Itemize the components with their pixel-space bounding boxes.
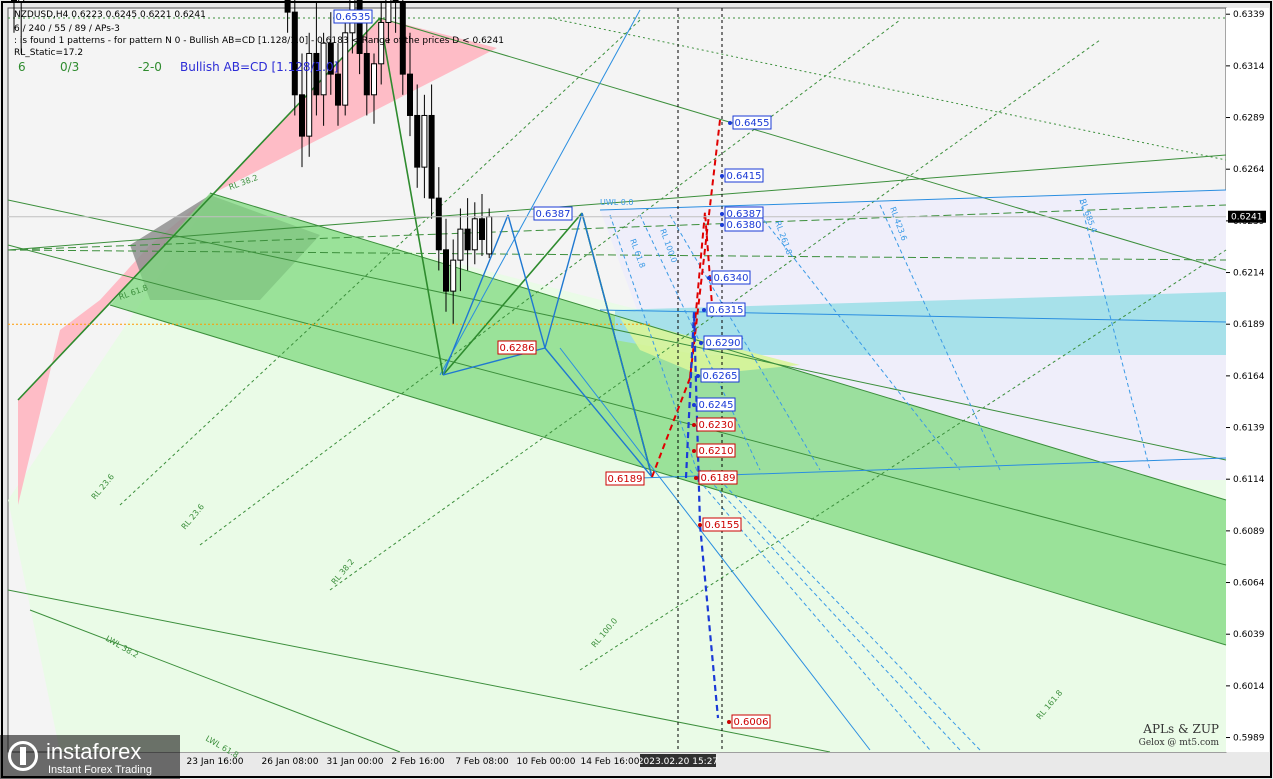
pattern-info: : is found 1 patterns - for pattern N 0 … [14,36,504,46]
symbol-info: NZDUSD,H4 0.6223 0.6245 0.6221 0.6241 [14,10,206,20]
target-price-label: 0.6006 [734,717,769,728]
candle-body [464,228,471,251]
target-price-label: 0.6380 [727,220,762,231]
x-tick-label: 7 Feb 08:00 [455,757,509,767]
target-price-label: 0.6340 [714,273,749,284]
target-price-label: 0.6315 [709,305,744,316]
counter-mid: 0/3 [60,60,80,74]
candle-body [421,114,428,168]
current-price-label: 0.6241 [1231,213,1263,223]
y-tick-label: 0.5989 [1233,734,1265,744]
target-marker [696,374,700,378]
y-tick-label: 0.6139 [1233,424,1265,434]
candle-body [363,52,370,96]
fib-level-label: UWL 0.0 [600,198,634,207]
target-price-label: 0.6230 [699,420,734,431]
y-tick-label: 0.6014 [1233,682,1265,692]
x-tick-label: 10 Feb 00:00 [516,757,575,767]
target-marker [707,276,711,280]
credits-line2: Gelox @ mt5.com [1138,738,1219,748]
logo-icon [8,741,38,771]
logo-subtitle: Instant Forex Trading [48,764,152,776]
target-marker [692,449,696,453]
indicator-settings: 6 / 240 / 55 / 89 / APs-3 [14,24,120,34]
target-marker [727,720,731,724]
candle-body [291,11,298,96]
target-price-label: 0.6265 [703,371,738,382]
x-tick-label: 2 Feb 16:00 [391,757,445,767]
pattern-price-label: 0.6286 [500,343,535,354]
target-marker [702,308,706,312]
y-tick-label: 0.6039 [1233,630,1265,640]
y-tick-label: 0.6064 [1233,579,1265,589]
candle-body [479,218,485,240]
target-marker [699,341,703,345]
pattern-price-label: 0.6189 [608,474,643,485]
target-marker [692,423,696,427]
candle-body [435,197,442,251]
y-tick-label: 0.6214 [1233,269,1265,279]
x-tick-label: 26 Jan 08:00 [262,757,319,767]
y-tick-label: 0.6264 [1233,165,1265,175]
target-marker [720,212,724,216]
y-tick-label: 0.6189 [1233,320,1265,330]
y-tick-label: 0.6114 [1233,475,1265,485]
target-price-label: 0.6210 [699,446,734,457]
target-marker [692,403,696,407]
target-price-label: 0.6455 [735,118,770,129]
target-price-label: 0.6290 [706,338,741,349]
logo-text: instaforex [46,739,142,764]
x-tick-label: 31 Jan 00:00 [327,757,384,767]
target-marker [720,223,724,227]
candle-body [450,259,457,292]
candle-body [443,249,449,292]
candle-body [385,0,392,23]
y-tick-label: 0.6164 [1233,372,1265,382]
candle-body [407,73,413,116]
target-marker [698,523,702,527]
target-price-label: 0.6415 [727,171,762,182]
candle-body [371,63,377,96]
target-price-label: 0.6245 [699,400,734,411]
target-marker [728,121,732,125]
y-tick-label: 0.6289 [1233,114,1265,124]
target-marker [720,174,724,178]
pattern-price-label: 0.6535 [336,12,371,23]
y-tick-label: 0.6314 [1233,62,1265,72]
pattern-name: Bullish AB=CD [1.128/1.0] [180,60,339,74]
counter-left: 6 [18,60,26,74]
x-tick-label: 14 Feb 16:00 [580,757,639,767]
price-chart[interactable]: 0.5989 0.6014 0.6039 0.6064 0.6089 0.6114 0.61… [0,0,1273,779]
counter-right: -2-0 [138,60,162,74]
instaforex-logo: instaforex Instant Forex Trading [0,735,180,779]
target-marker [694,476,698,480]
credits-line1: APLs & ZUP [1143,722,1219,736]
candle-body [471,218,478,251]
candle-body [335,73,341,106]
candle-body [486,216,493,255]
chart-window[interactable]: 0.5989 0.6014 0.6039 0.6064 0.6089 0.6114 0.61… [0,0,1273,779]
candle-body [457,228,464,261]
pattern-price-label: 0.6387 [536,209,571,220]
target-price-label: 0.6155 [705,520,740,531]
y-tick-label: 0.6089 [1233,527,1265,537]
x-tick-label: 2023.02.20 15:27 [638,757,718,767]
candle-body [428,114,435,199]
candle-body [299,94,305,137]
candle-body [414,114,421,168]
y-tick-label: 0.6339 [1233,10,1265,20]
rl-static: RL_Static=17.2 [14,48,84,58]
target-price-label: 0.6189 [701,473,736,484]
